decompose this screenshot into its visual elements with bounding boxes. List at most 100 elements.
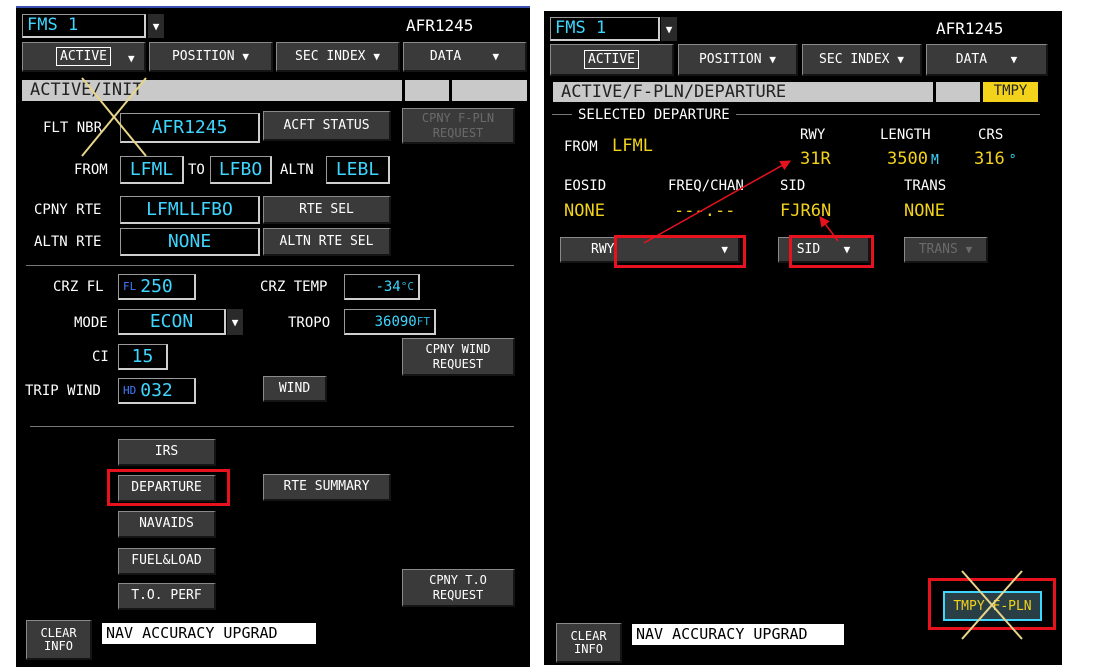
title-bar-cell	[936, 82, 980, 102]
sid-dropdown[interactable]: SID ▼	[778, 237, 870, 263]
crz-temp-unit: °C	[400, 280, 414, 293]
trans-dropdown-chevron-down-icon: ▼	[965, 242, 973, 256]
cpny-wind-request-button[interactable]: CPNY WIND REQUEST	[402, 338, 515, 376]
rwy-dropdown[interactable]: RWY ▼	[560, 237, 740, 263]
crz-temp-label: CRZ TEMP	[260, 279, 328, 295]
menu-data-dropdown-icon: ▼	[492, 49, 500, 63]
menu-position[interactable]: POSITION ▼	[678, 44, 798, 76]
flight-id: AFR1245	[936, 19, 1004, 38]
tmpy-badge: TMPY	[983, 82, 1038, 102]
tmpy-fpln-button[interactable]: TMPY F-PLN	[943, 591, 1042, 621]
eosid-value: NONE	[564, 201, 605, 221]
fms-selector-dropdown-icon[interactable]: ▼	[148, 14, 164, 38]
freq-chan-label: FREQ/CHAN	[668, 178, 744, 194]
altn-label: ALTN	[280, 162, 314, 178]
ci-label: CI	[92, 349, 109, 365]
length-unit: M	[930, 153, 939, 168]
cpny-to-request-button[interactable]: CPNY T.O REQUEST	[402, 569, 515, 607]
menu-position[interactable]: POSITION ▼	[149, 42, 273, 72]
navaids-button[interactable]: NAVAIDS	[118, 511, 216, 538]
menu-active-label: ACTIVE	[56, 46, 111, 67]
acft-status-button[interactable]: ACFT STATUS	[263, 111, 391, 141]
fms-selector-label: FMS 1	[27, 15, 79, 35]
crz-temp-value: -34	[375, 278, 401, 295]
cpny-fpln-request-button[interactable]: CPNY F-PLN REQUEST	[402, 108, 515, 144]
to-perf-button[interactable]: T.O. PERF	[118, 583, 216, 610]
flt-nbr-field[interactable]: AFR1245	[120, 113, 260, 143]
clear-info-button[interactable]: CLEAR INFO	[26, 620, 92, 660]
fuel-load-button[interactable]: FUEL&LOAD	[118, 548, 216, 575]
from-field[interactable]: LFML	[120, 156, 184, 184]
menu-position-label: POSITION	[171, 48, 235, 64]
rte-sel-button[interactable]: RTE SEL	[263, 196, 391, 224]
crz-fl-label: CRZ FL	[53, 279, 104, 295]
menu-data-label: DATA	[429, 48, 462, 64]
menu-sec-index[interactable]: SEC INDEX ▼	[276, 42, 400, 72]
page-title: ACTIVE/F-PLN/DEPARTURE	[553, 82, 933, 102]
flight-id: AFR1245	[406, 16, 474, 35]
length-label: LENGTH	[880, 127, 931, 143]
length-readout: 3500 M	[887, 151, 939, 168]
length-value: 3500	[887, 149, 928, 169]
trans-dropdown-label: TRANS	[918, 241, 958, 257]
message-box: NAV ACCURACY UPGRAD	[102, 623, 316, 644]
fms-selector[interactable]: FMS 1	[550, 17, 660, 41]
menu-sec-index-label: SEC INDEX	[819, 51, 890, 67]
rwy-dropdown-label: RWY	[591, 241, 615, 257]
menu-active-label: ACTIVE	[584, 49, 639, 70]
fms-selector-dropdown-icon[interactable]: ▼	[661, 17, 677, 41]
left-fms-screen: FMS 1 ▼ AFR1245 ACTIVE ▼ POSITION ▼ SEC …	[16, 6, 530, 667]
trip-wind-prefix: HD	[123, 384, 137, 397]
ci-field[interactable]: 15	[118, 344, 168, 370]
menu-sec-index-dropdown-icon: ▼	[373, 49, 380, 63]
menu-position-dropdown-icon: ▼	[242, 49, 250, 63]
crz-fl-field[interactable]: FL 250	[118, 274, 196, 300]
trip-wind-label: TRIP WIND	[25, 383, 101, 399]
fms-selector-label: FMS 1	[555, 18, 607, 38]
tropo-unit: FT	[416, 315, 430, 328]
altn-rte-sel-button[interactable]: ALTN RTE SEL	[263, 228, 391, 256]
crs-label: CRS	[978, 127, 1004, 143]
menu-data-dropdown-icon: ▼	[1010, 52, 1018, 66]
trans-dropdown[interactable]: TRANS ▼	[904, 237, 988, 263]
tropo-value: 36090	[374, 313, 417, 330]
tropo-field[interactable]: 36090 FT	[344, 309, 436, 335]
trans-label: TRANS	[904, 178, 947, 194]
eosid-label: EOSID	[564, 178, 607, 194]
clear-info-button[interactable]: CLEAR INFO	[556, 623, 622, 663]
cpny-rte-label: CPNY RTE	[34, 202, 102, 218]
menu-data-label: DATA	[955, 51, 988, 67]
altn-field[interactable]: LEBL	[326, 156, 390, 184]
from-label: FROM	[564, 139, 598, 155]
departure-button[interactable]: DEPARTURE	[118, 475, 216, 502]
mode-dropdown-icon[interactable]: ▼	[227, 309, 243, 335]
title-bar-cell	[405, 80, 449, 101]
fms-selector[interactable]: FMS 1	[22, 14, 146, 38]
menu-active[interactable]: ACTIVE	[550, 44, 674, 76]
rte-summary-button[interactable]: RTE SUMMARY	[263, 474, 391, 501]
trans-value: NONE	[904, 201, 945, 221]
sid-dropdown-chevron-down-icon: ▼	[843, 242, 851, 256]
crz-temp-field[interactable]: -34 °C	[344, 274, 420, 300]
tropo-label: TROPO	[288, 315, 331, 331]
menu-sec-index-label: SEC INDEX	[295, 48, 366, 64]
menu-sec-index[interactable]: SEC INDEX ▼	[802, 44, 922, 76]
sid-label: SID	[780, 178, 806, 194]
menu-sec-index-dropdown-icon: ▼	[897, 52, 904, 66]
altn-rte-field[interactable]: NONE	[120, 228, 260, 256]
crz-fl-prefix: FL	[123, 280, 137, 293]
page-title: ACTIVE/INIT	[22, 80, 402, 101]
mode-field[interactable]: ECON	[118, 309, 226, 335]
menu-data[interactable]: DATA ▼	[926, 44, 1048, 76]
irs-button[interactable]: IRS	[118, 439, 216, 466]
mode-label: MODE	[74, 315, 108, 331]
menu-data[interactable]: DATA ▼	[403, 42, 527, 72]
cpny-rte-field[interactable]: LFMLLFBO	[120, 196, 260, 224]
to-field[interactable]: LFBO	[210, 156, 272, 184]
wind-button[interactable]: WIND	[263, 376, 327, 402]
crz-fl-value: 250	[140, 276, 173, 297]
message-box: NAV ACCURACY UPGRAD	[632, 624, 844, 645]
rwy-label: RWY	[800, 127, 826, 143]
trip-wind-field[interactable]: HD 032	[118, 378, 196, 404]
separator	[30, 426, 514, 427]
